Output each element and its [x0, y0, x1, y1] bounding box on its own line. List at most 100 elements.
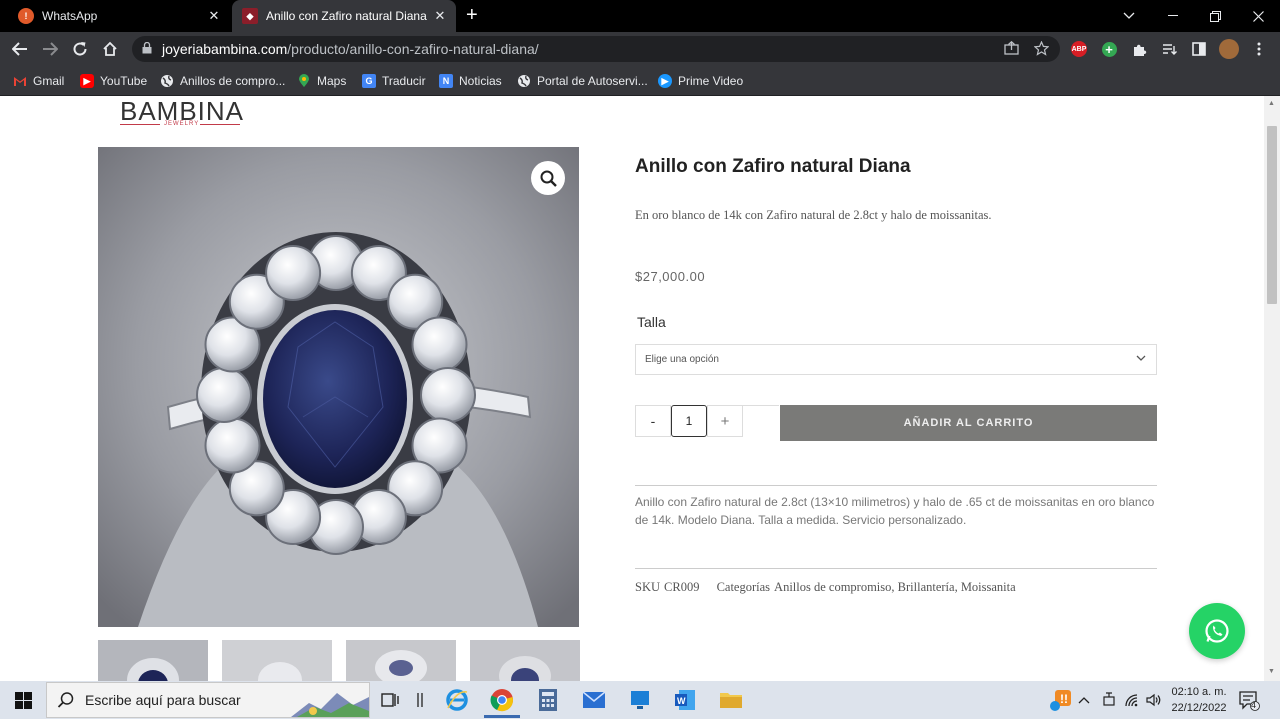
- gmail-icon: [13, 74, 27, 88]
- product-thumbnail[interactable]: [346, 640, 456, 681]
- profile-avatar-icon[interactable]: [1219, 39, 1239, 59]
- product-main-image[interactable]: [98, 147, 579, 627]
- share-icon[interactable]: [1004, 40, 1019, 58]
- minimize-button[interactable]: [1151, 0, 1195, 32]
- reading-list-icon[interactable]: [1159, 39, 1179, 59]
- product-description: Anillo con Zafiro natural de 2.8ct (13×1…: [635, 495, 1155, 527]
- bookmark-portal[interactable]: Portal de Autoservi...: [517, 72, 648, 90]
- word-icon[interactable]: W: [670, 685, 700, 715]
- product-thumbnails: [98, 640, 580, 681]
- tab-close-icon[interactable]: ✕: [204, 8, 224, 24]
- bookmark-traducir[interactable]: G Traducir: [362, 72, 426, 90]
- bookmark-noticias[interactable]: N Noticias: [439, 72, 502, 90]
- product-price: $27,000.00: [635, 269, 706, 284]
- task-view-icon[interactable]: [375, 685, 405, 715]
- chrome-menu-icon[interactable]: [1249, 39, 1269, 59]
- chrome-icon[interactable]: [487, 685, 517, 715]
- whatsapp-chat-button[interactable]: [1189, 603, 1245, 659]
- halo-diamond: [411, 316, 468, 373]
- zoom-search-icon[interactable]: [531, 161, 565, 195]
- bookmark-maps[interactable]: Maps: [297, 72, 346, 90]
- tab-search-icon[interactable]: [1107, 0, 1151, 32]
- clock-time: 02:10 a. m.: [1171, 686, 1227, 698]
- product-short-description: En oro blanco de 14k con Zafiro natural …: [635, 208, 992, 222]
- calculator-icon[interactable]: [533, 685, 563, 715]
- product-thumbnail[interactable]: [222, 640, 332, 681]
- bambina-favicon-icon: ◆: [242, 8, 258, 24]
- categories-label: Categorías: [716, 580, 771, 594]
- sku-label: SKU: [635, 580, 661, 594]
- halo-diamond: [265, 245, 322, 301]
- scrollbar-thumb[interactable]: [1267, 126, 1277, 304]
- translate-icon: G: [362, 74, 376, 88]
- scroll-down-arrow-icon[interactable]: ▼: [1268, 668, 1276, 676]
- volume-icon[interactable]: [1146, 681, 1162, 719]
- taskbar-search-placeholder: Escribe aquí para buscar: [85, 692, 241, 708]
- browser-tab-strip: ! WhatsApp ✕ ◆ Anillo con Zafiro natural…: [0, 0, 1280, 32]
- quantity-increment-button[interactable]: +: [707, 405, 743, 437]
- pause-divider-icon: [405, 685, 435, 715]
- extensions-puzzle-icon[interactable]: [1129, 39, 1149, 59]
- divider: [635, 485, 1157, 486]
- green-plus-extension-icon[interactable]: +: [1099, 39, 1119, 59]
- new-tab-button[interactable]: +: [466, 4, 478, 26]
- wifi-icon[interactable]: [1124, 681, 1140, 719]
- size-select-value: Elige una opción: [645, 354, 719, 365]
- globe-icon: [160, 74, 174, 88]
- file-explorer-icon[interactable]: [716, 685, 746, 715]
- bookmark-youtube[interactable]: ▶ YouTube: [80, 72, 147, 90]
- show-hidden-icons-chevron-up-icon[interactable]: [1078, 681, 1090, 719]
- tab-close-icon[interactable]: ✕: [430, 8, 450, 24]
- product-page: BAMBINA JEWELRY Anillo con Zafiro natura…: [0, 96, 1264, 681]
- divider: [635, 568, 1157, 569]
- size-select[interactable]: Elige una opción: [635, 344, 1157, 375]
- svg-text:W: W: [677, 696, 686, 706]
- quantity-input[interactable]: 1: [671, 405, 707, 437]
- back-arrow-icon[interactable]: [9, 38, 31, 60]
- maps-icon: [297, 74, 311, 88]
- search-icon: [57, 692, 74, 708]
- news-icon: N: [439, 74, 453, 88]
- product-title: Anillo con Zafiro natural Diana: [635, 156, 911, 177]
- search-highlight-illustration-icon: [291, 693, 369, 717]
- taskbar-search-box[interactable]: Escribe aquí para buscar: [46, 682, 370, 718]
- svg-text:!!: !!: [1060, 692, 1068, 706]
- prime-video-icon: ▶: [658, 74, 672, 88]
- forward-arrow-icon[interactable]: [39, 38, 61, 60]
- windows-start-icon[interactable]: [0, 681, 46, 719]
- globe-icon: [517, 74, 531, 88]
- meet-now-icon[interactable]: [1102, 681, 1116, 719]
- lock-icon[interactable]: [142, 41, 154, 57]
- add-to-cart-button[interactable]: AÑADIR AL CARRITO: [780, 405, 1157, 441]
- tray-app-icon[interactable]: !!: [1047, 681, 1073, 719]
- bookmark-anillos[interactable]: Anillos de compro...: [160, 72, 285, 90]
- bookmark-gmail[interactable]: Gmail: [13, 72, 64, 90]
- close-window-button[interactable]: [1236, 0, 1280, 32]
- categories-links[interactable]: Anillos de compromiso, Brillantería, Moi…: [774, 580, 1016, 594]
- bookmark-star-icon[interactable]: [1033, 40, 1050, 59]
- mail-icon[interactable]: [579, 685, 609, 715]
- taskbar-clock[interactable]: 02:10 a. m. 22/12/2022: [1166, 684, 1232, 716]
- site-logo[interactable]: BAMBINA JEWELRY: [120, 96, 244, 130]
- page-scrollbar[interactable]: ▲ ▼: [1264, 96, 1280, 681]
- product-meta: SKU CR009 Categorías Anillos de compromiso…: [635, 580, 1026, 595]
- product-thumbnail[interactable]: [98, 640, 208, 681]
- quantity-decrement-button[interactable]: -: [635, 405, 671, 437]
- address-bar[interactable]: joyeriabambina.com/producto/anillo-con-z…: [132, 36, 1060, 62]
- adblock-extension-icon[interactable]: ABP: [1069, 39, 1089, 59]
- internet-explorer-icon[interactable]: [442, 685, 472, 715]
- scroll-up-arrow-icon[interactable]: ▲: [1268, 100, 1276, 108]
- reload-icon[interactable]: [69, 38, 91, 60]
- product-thumbnail[interactable]: [470, 640, 580, 681]
- bookmark-prime-video[interactable]: ▶ Prime Video: [658, 72, 743, 90]
- youtube-icon: ▶: [80, 74, 94, 88]
- restore-button[interactable]: [1193, 0, 1237, 32]
- size-label: Talla: [637, 314, 666, 330]
- home-icon[interactable]: [99, 38, 121, 60]
- desktop-app-icon[interactable]: [625, 685, 655, 715]
- side-panel-icon[interactable]: [1189, 39, 1209, 59]
- notification-center-icon[interactable]: 4: [1238, 681, 1260, 719]
- sku-value: CR009: [664, 580, 700, 594]
- tab-product[interactable]: ◆ Anillo con Zafiro natural Diana | J ✕: [232, 0, 456, 32]
- tab-whatsapp[interactable]: ! WhatsApp ✕: [8, 0, 230, 32]
